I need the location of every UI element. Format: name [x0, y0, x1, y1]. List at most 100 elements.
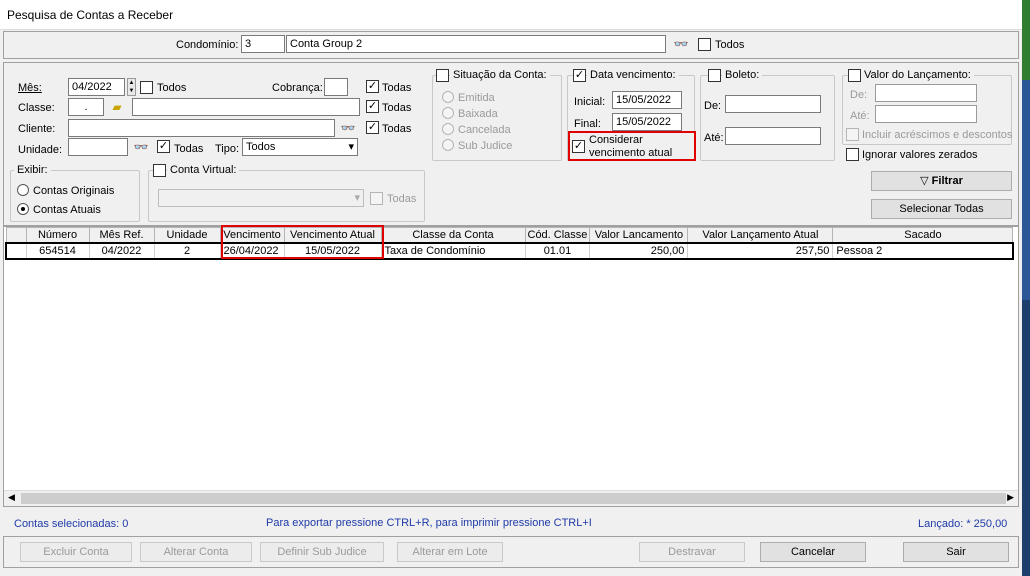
valor-ate-label: Até:: [850, 110, 870, 122]
valor-de-input: [875, 84, 977, 102]
horizontal-scrollbar[interactable]: ◀ ▶: [4, 490, 1018, 506]
boleto-ate-input[interactable]: [725, 127, 821, 145]
mes-todos-checkbox[interactable]: [140, 81, 153, 94]
cell-valor-lancamento: 250,00: [589, 241, 689, 260]
valor-lancamento-checkbox[interactable]: [848, 69, 861, 82]
classe-label: Classe:: [18, 102, 55, 114]
classe-name-input[interactable]: [132, 98, 360, 116]
condominio-todos-checkbox[interactable]: [698, 38, 711, 51]
mes-input[interactable]: 04/2022: [68, 78, 125, 96]
classe-todas-label: Todas: [382, 102, 412, 114]
scroll-thumb[interactable]: [21, 493, 1006, 504]
incluir-acrescimos-label: Incluir acréscimos e descontos: [862, 129, 1013, 141]
inicial-label: Inicial:: [574, 96, 606, 108]
valor-ate-input: [875, 105, 977, 123]
contas-atuais-radio[interactable]: [17, 203, 29, 215]
col-valor-lancamento-atual[interactable]: Valor Lançamento Atual: [687, 227, 834, 243]
window-title: Pesquisa de Contas a Receber: [7, 8, 174, 22]
classe-todas-checkbox[interactable]: ✓: [366, 100, 379, 113]
cobranca-label: Cobrança:: [272, 82, 323, 94]
excluir-conta-button[interactable]: Excluir Conta: [20, 542, 132, 562]
cancelada-label: Cancelada: [458, 124, 511, 136]
highlight-considerar: [568, 131, 696, 161]
valor-de-label: De:: [850, 89, 868, 101]
sair-button[interactable]: Sair: [903, 542, 1009, 562]
situacao-checkbox[interactable]: [436, 69, 449, 82]
col-cod-classe[interactable]: Cód. Classe: [524, 227, 591, 243]
data-vencimento-title: Data vencimento:: [587, 68, 679, 82]
contas-originais-label: Contas Originais: [33, 185, 115, 197]
boleto-title: Boleto:: [722, 68, 763, 82]
col-classe-conta[interactable]: Classe da Conta: [380, 227, 526, 243]
scroll-left-icon[interactable]: ◀: [8, 492, 15, 503]
scroll-right-icon[interactable]: ▶: [1007, 492, 1014, 503]
table-row[interactable]: 654514 04/2022 2 26/04/2022 15/05/2022 T…: [5, 241, 1014, 260]
contas-selecionadas: Contas selecionadas: 0: [14, 518, 129, 530]
boleto-de-input[interactable]: [725, 95, 821, 113]
tipo-value: Todos: [246, 141, 276, 153]
definir-sub-judice-button[interactable]: Definir Sub Judice: [260, 542, 384, 562]
alterar-conta-button[interactable]: Alterar Conta: [140, 542, 252, 562]
col-valor-lancamento[interactable]: Valor Lancamento: [589, 227, 689, 243]
selecionar-todas-button[interactable]: Selecionar Todas: [871, 199, 1012, 219]
cancelada-radio: [442, 123, 454, 135]
boleto-ate-label: Até:: [704, 132, 724, 144]
final-label: Final:: [574, 118, 601, 130]
baixada-label: Baixada: [458, 108, 498, 120]
alterar-lote-button[interactable]: Alterar em Lote: [397, 542, 503, 562]
conta-virtual-title: Conta Virtual:: [167, 163, 240, 177]
mes-spinner[interactable]: ▲ ▼: [127, 78, 136, 96]
cancelar-button[interactable]: Cancelar: [760, 542, 866, 562]
col-sacado[interactable]: Sacado: [832, 227, 1014, 243]
binoculars-icon[interactable]: 👓: [672, 35, 690, 53]
condominio-code-input[interactable]: 3: [241, 35, 285, 53]
cliente-todas-checkbox[interactable]: ✓: [366, 121, 379, 134]
unidade-input[interactable]: [68, 138, 128, 156]
inicial-date-input[interactable]: 15/05/2022: [612, 91, 682, 109]
cliente-todas-label: Todas: [382, 123, 412, 135]
sub-judice-label: Sub Judice: [458, 140, 513, 152]
condominio-label: Condomínio:: [176, 39, 239, 51]
emitida-radio: [442, 91, 454, 103]
cell-cod-classe: 01.01: [525, 241, 591, 260]
situacao-title: Situação da Conta:: [450, 68, 550, 82]
destravar-button[interactable]: Destravar: [639, 542, 745, 562]
row-indicator: [5, 241, 27, 260]
cliente-input[interactable]: [68, 119, 335, 137]
filtrar-button[interactable]: ▽ Filtrar: [871, 171, 1012, 191]
window-edge: [1022, 0, 1030, 576]
binoculars-icon[interactable]: 👓: [339, 119, 357, 137]
col-mes-ref[interactable]: Mês Ref.: [88, 227, 155, 243]
cell-valor-lancamento-atual: 257,50: [687, 241, 834, 260]
conta-virtual-checkbox[interactable]: [153, 164, 166, 177]
cobranca-input[interactable]: [324, 78, 348, 96]
filtrar-label: Filtrar: [931, 175, 963, 187]
binoculars-icon[interactable]: 👓: [132, 138, 150, 156]
cobranca-todas-checkbox[interactable]: ✓: [366, 80, 379, 93]
cell-mes-ref: 04/2022: [89, 241, 155, 260]
final-date-input[interactable]: 15/05/2022: [612, 113, 682, 131]
ignorar-zerados-checkbox[interactable]: [846, 148, 859, 161]
contas-originais-radio[interactable]: [17, 184, 29, 196]
contas-atuais-label: Contas Atuais: [33, 204, 101, 216]
exibir-title: Exibir:: [14, 163, 51, 177]
results-grid: [3, 226, 1019, 507]
data-vencimento-checkbox[interactable]: ✓: [573, 69, 586, 82]
conta-virtual-todas-label: Todas: [387, 193, 417, 205]
conta-virtual-todas-checkbox: [370, 192, 383, 205]
mes-label: Mês:: [18, 82, 42, 94]
col-unidade[interactable]: Unidade: [153, 227, 221, 243]
sub-judice-radio: [442, 139, 454, 151]
boleto-checkbox[interactable]: [708, 69, 721, 82]
boleto-de-label: De:: [704, 100, 722, 112]
classe-input[interactable]: .: [68, 98, 104, 116]
cell-unidade: 2: [154, 241, 221, 260]
cell-sacado: Pessoa 2: [832, 241, 1014, 260]
condominio-name-input[interactable]: Conta Group 2: [286, 35, 666, 53]
col-numero[interactable]: Número: [25, 227, 90, 243]
emitida-label: Emitida: [458, 92, 495, 104]
tipo-select[interactable]: Todos ▾: [242, 138, 358, 156]
unidade-todas-checkbox[interactable]: ✓: [157, 140, 170, 153]
chevron-down-icon: ▾: [354, 192, 360, 204]
folder-icon[interactable]: ▰: [108, 98, 126, 116]
